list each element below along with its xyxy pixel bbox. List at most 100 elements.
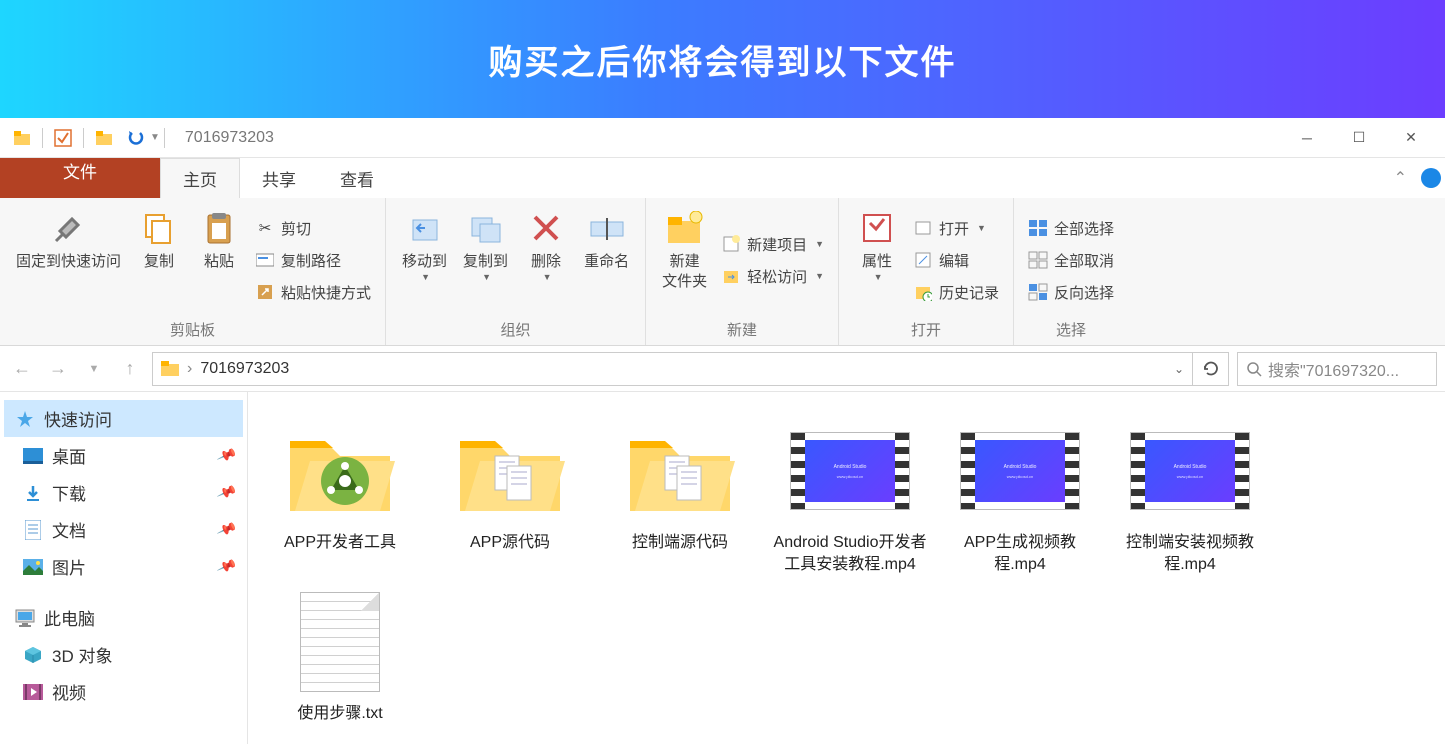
refresh-button[interactable] [1193, 352, 1229, 386]
navigation-bar: ← → ▼ ↑ › 7016973203 ⌄ 搜索"701697320... [0, 346, 1445, 392]
pc-icon [14, 608, 36, 628]
maximize-button[interactable]: ☐ [1349, 128, 1369, 148]
file-list[interactable]: APP开发者工具APP源代码控制端源代码Android Studiowww.pi… [248, 392, 1445, 744]
star-icon [14, 409, 36, 429]
file-item[interactable]: 使用步骤.txt [260, 587, 420, 725]
explorer-body: 快速访问 桌面 📌 下载 📌 文档 📌 图片 📌 此电脑 [0, 392, 1445, 744]
ribbon-group-organize: 移动到▼ 复制到▼ 删除▼ 重命名 组织 [386, 198, 646, 345]
checkbox-icon[interactable] [53, 128, 73, 148]
sidebar-3dobjects[interactable]: 3D 对象 [4, 636, 243, 673]
copy-icon [139, 208, 179, 248]
close-button[interactable]: ✕ [1401, 128, 1421, 148]
invert-icon [1028, 282, 1048, 302]
pin-icon [49, 208, 89, 248]
paste-button[interactable]: 粘贴 [191, 204, 247, 316]
group-label: 组织 [396, 316, 635, 343]
file-item[interactable]: APP开发者工具 [260, 416, 420, 577]
pin-icon: 📌 [215, 519, 237, 541]
folder-icon[interactable] [94, 128, 114, 148]
copy-button[interactable]: 复制 [131, 204, 187, 316]
file-thumbnail: Android Studiowww.pikosd.cn [1130, 416, 1250, 526]
downloads-icon [22, 483, 44, 503]
sidebar-desktop[interactable]: 桌面 📌 [4, 437, 243, 474]
tab-file[interactable]: 文件 [0, 158, 160, 198]
properties-icon [857, 208, 897, 248]
sidebar-quick-access[interactable]: 快速访问 [4, 400, 243, 437]
easyaccess-button[interactable]: 轻松访问▼ [717, 261, 828, 291]
folder-icon [12, 128, 32, 148]
search-input[interactable]: 搜索"701697320... [1237, 352, 1437, 386]
sidebar-pictures[interactable]: 图片 📌 [4, 548, 243, 585]
path-icon [255, 250, 275, 270]
desktop-icon [22, 446, 44, 466]
open-button[interactable]: 打开▼ [909, 213, 1003, 243]
chevron-down-icon[interactable]: ▼ [150, 132, 160, 143]
breadcrumb[interactable]: 7016973203 [200, 360, 289, 378]
history-button[interactable]: 历史记录 [909, 277, 1003, 307]
file-name: Android Studio开发者工具安装教程.mp4 [770, 532, 930, 577]
sidebar-documents[interactable]: 文档 📌 [4, 511, 243, 548]
help-icon[interactable] [1421, 168, 1441, 188]
history-icon [913, 282, 933, 302]
back-button[interactable]: ← [8, 355, 36, 383]
newfolder-button[interactable]: 新建 文件夹 [656, 204, 713, 316]
undo-icon[interactable] [126, 128, 146, 148]
pin-icon: 📌 [215, 556, 237, 578]
group-label: 剪贴板 [10, 316, 375, 343]
file-thumbnail [280, 416, 400, 526]
copypath-button[interactable]: 复制路径 [251, 245, 375, 275]
file-name: 使用步骤.txt [297, 703, 382, 725]
pin-quickaccess-button[interactable]: 固定到快速访问 [10, 204, 127, 316]
chevron-down-icon[interactable]: ⌄ [1174, 362, 1184, 376]
file-item[interactable]: Android Studiowww.pikosd.cnAndroid Studi… [770, 416, 930, 577]
pictures-icon [22, 557, 44, 577]
cut-button[interactable]: ✂剪切 [251, 213, 375, 243]
sidebar-videos[interactable]: 视频 [4, 673, 243, 710]
edit-icon [913, 250, 933, 270]
promo-banner: 购买之后你将会得到以下文件 [0, 0, 1445, 118]
sidebar-thispc[interactable]: 此电脑 [4, 599, 243, 636]
moveto-button[interactable]: 移动到▼ [396, 204, 453, 316]
ribbon-group-select: 全部选择 全部取消 反向选择 选择 [1014, 198, 1128, 345]
invertselect-button[interactable]: 反向选择 [1024, 277, 1118, 307]
tab-home[interactable]: 主页 [160, 158, 240, 198]
delete-button[interactable]: 删除▼ [518, 204, 574, 316]
copyto-button[interactable]: 复制到▼ [457, 204, 514, 316]
chevron-right-icon: › [187, 360, 192, 378]
properties-button[interactable]: 属性▼ [849, 204, 905, 316]
pin-icon: 📌 [215, 482, 237, 504]
file-thumbnail [620, 416, 740, 526]
scissors-icon: ✂ [255, 218, 275, 238]
sidebar-downloads[interactable]: 下载 📌 [4, 474, 243, 511]
separator [83, 128, 84, 148]
selectall-icon [1028, 218, 1048, 238]
minimize-button[interactable]: ─ [1297, 128, 1317, 148]
file-item[interactable]: Android Studiowww.pikosd.cnAPP生成视频教程.mp4 [940, 416, 1100, 577]
newfolder-icon [665, 208, 705, 248]
up-button[interactable]: ↑ [116, 355, 144, 383]
tab-share[interactable]: 共享 [240, 158, 318, 198]
selectall-button[interactable]: 全部选择 [1024, 213, 1118, 243]
recent-dropdown[interactable]: ▼ [80, 355, 108, 383]
window-titlebar: ▼ 7016973203 ─ ☐ ✕ [0, 118, 1445, 158]
separator [164, 128, 165, 148]
ribbon: 固定到快速访问 复制 粘贴 ✂剪切 复制路径 粘贴快捷方式 剪贴板 移动到▼ [0, 198, 1445, 346]
address-bar[interactable]: › 7016973203 ⌄ [152, 352, 1193, 386]
selectnone-button[interactable]: 全部取消 [1024, 245, 1118, 275]
edit-button[interactable]: 编辑 [909, 245, 1003, 275]
file-item[interactable]: Android Studiowww.pikosd.cn控制端安装视频教程.mp4 [1110, 416, 1270, 577]
moveto-icon [405, 208, 445, 248]
cube-icon [22, 645, 44, 665]
forward-button[interactable]: → [44, 355, 72, 383]
separator [42, 128, 43, 148]
file-item[interactable]: APP源代码 [430, 416, 590, 577]
newitem-button[interactable]: 新建项目▼ [717, 229, 828, 259]
collapse-ribbon-icon[interactable]: ⌃ [1380, 158, 1421, 198]
file-item[interactable]: 控制端源代码 [600, 416, 760, 577]
group-label: 选择 [1024, 316, 1118, 343]
newitem-icon [721, 234, 741, 254]
tab-view[interactable]: 查看 [318, 158, 396, 198]
pasteshortcut-button[interactable]: 粘贴快捷方式 [251, 277, 375, 307]
file-thumbnail: Android Studiowww.pikosd.cn [960, 416, 1080, 526]
rename-button[interactable]: 重命名 [578, 204, 635, 316]
